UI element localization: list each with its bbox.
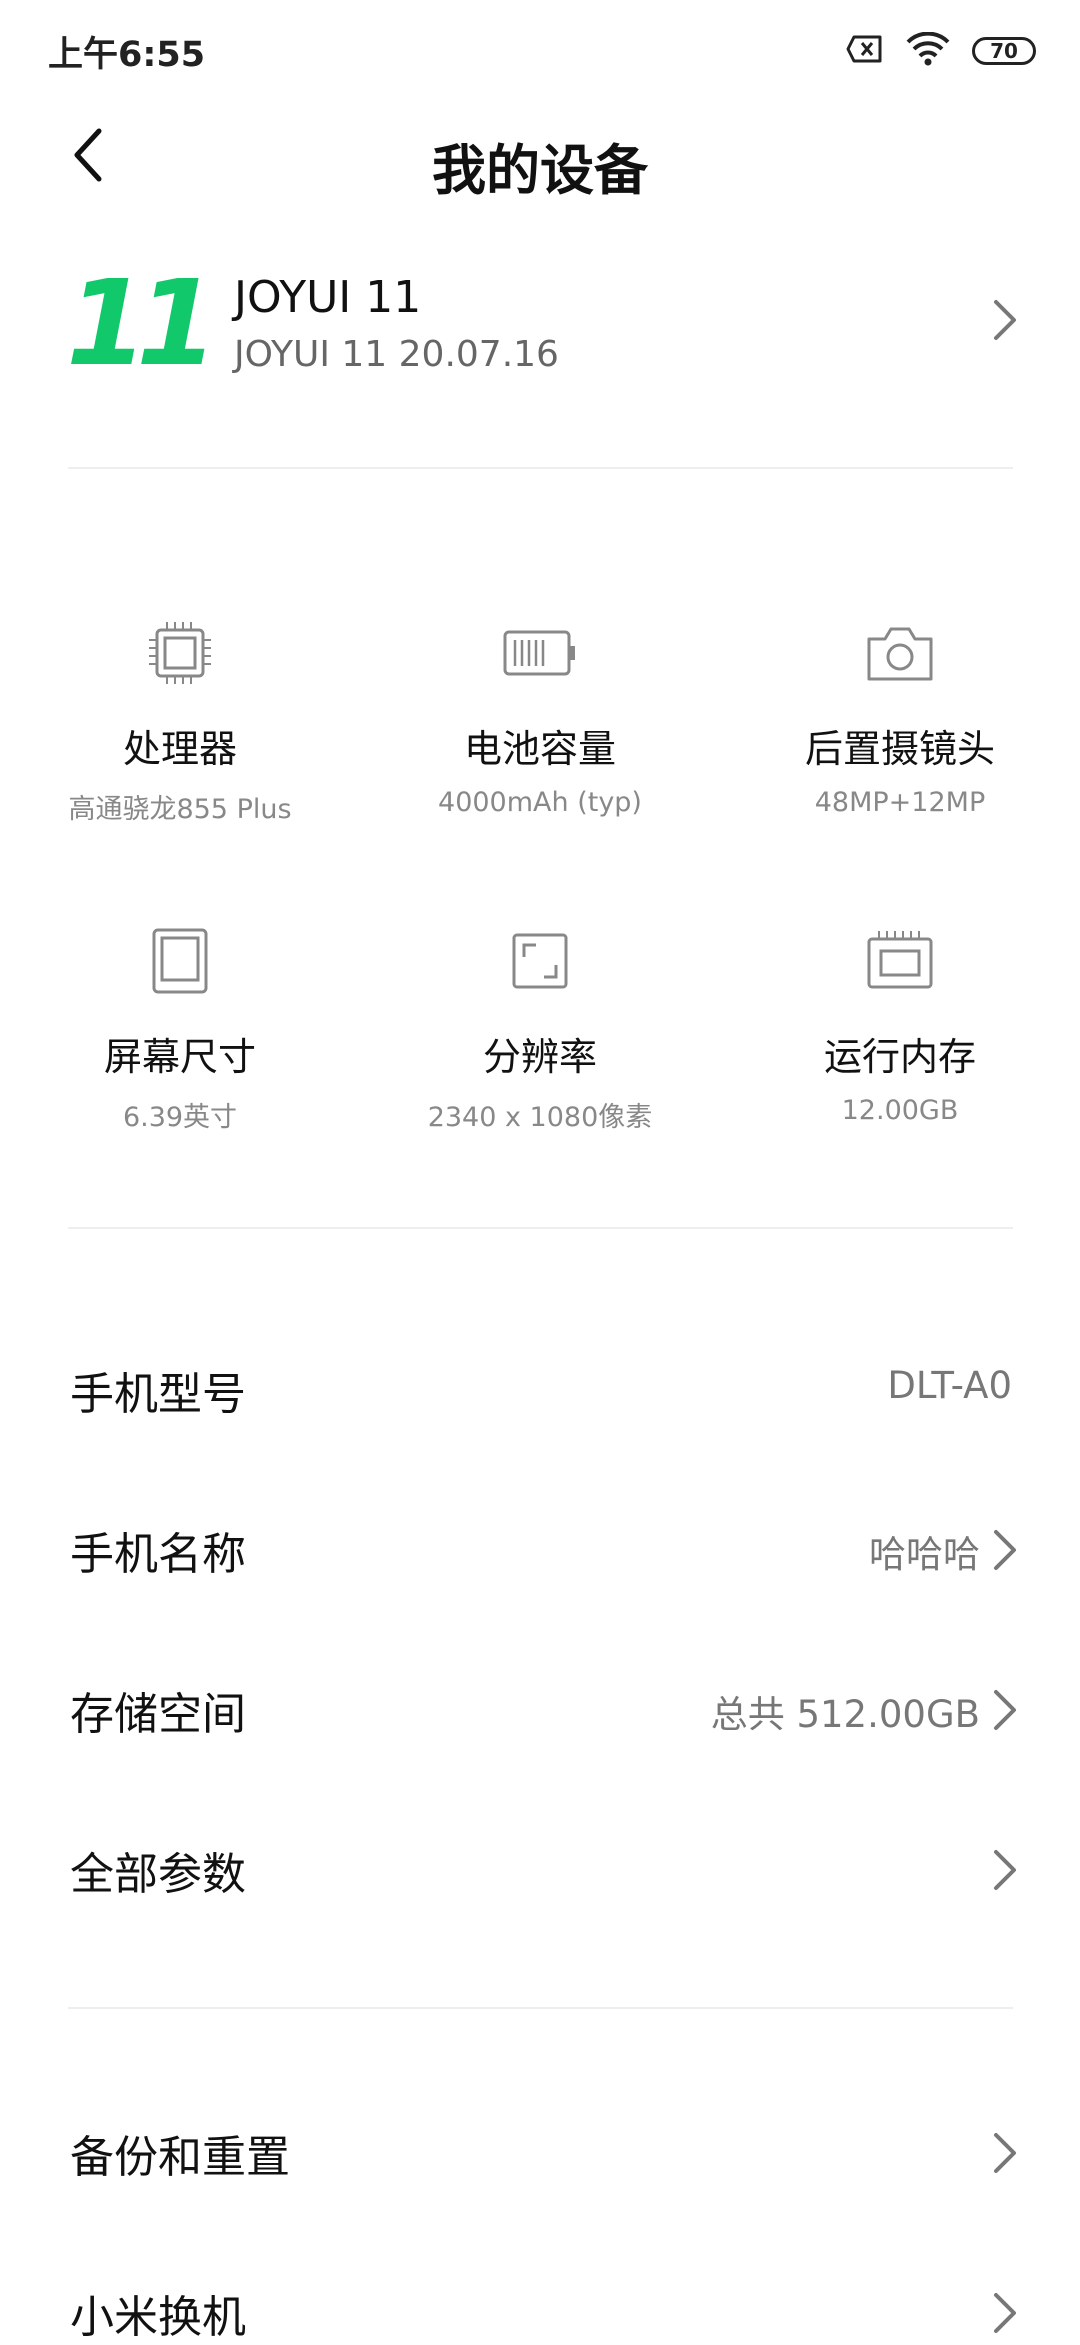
spec-battery: 电池容量 4000mAh (typ) [360,618,720,818]
divider [68,2007,1013,2009]
spec-value: 4000mAh (typ) [438,787,642,818]
spec-value: 2340 x 1080像素 [427,1102,653,1133]
spec-value: 48MP+12MP [814,787,986,818]
spec-label: 后置摄镜头 [804,727,995,771]
row-label: 手机型号 [70,1369,246,1420]
battery-indicator: 70 [972,37,1036,65]
spec-label: 电池容量 [463,727,616,771]
row-label: 小米换机 [70,2292,246,2343]
divider [68,467,1013,469]
chevron-right-icon [990,2291,1020,2339]
spec-processor: 处理器 高通骁龙855 Plus [0,618,360,826]
cpu-icon [0,618,360,688]
spec-screen-size: 屏幕尺寸 6.39英寸 [0,926,360,1134]
spec-label: 屏幕尺寸 [103,1035,256,1079]
page-title: 我的设备 [432,139,648,202]
os-logo: 11 [66,254,218,392]
resolution-icon [360,926,720,996]
chevron-right-icon [990,298,1020,346]
row-label: 手机名称 [70,1529,246,1580]
row-label: 全部参数 [70,1849,246,1900]
wifi-icon [906,31,950,70]
sim-off-icon [846,35,884,67]
spec-value: 高通骁龙855 Plus [68,794,292,825]
os-name: JOYUI 11 [234,272,422,323]
battery-icon [360,618,720,688]
row-value: DLT-A0 [887,1364,1012,1407]
spec-resolution: 分辨率 2340 x 1080像素 [360,926,720,1134]
divider [68,1227,1013,1229]
row-label: 存储空间 [70,1689,246,1740]
camera-icon [720,618,1080,688]
chevron-right-icon [990,1528,1020,1576]
status-time: 上午6:55 [48,35,206,75]
spec-value: 6.39英寸 [122,1102,238,1133]
row-value: 哈哈哈 [869,1533,980,1576]
row-value: 总共 512.00GB [710,1693,980,1736]
os-version: JOYUI 11 20.07.16 [234,334,559,375]
screen-size-icon [0,926,360,996]
chevron-right-icon [990,2131,1020,2179]
spec-label: 处理器 [122,727,237,771]
spec-value: 12.00GB [841,1095,959,1126]
spec-label: 分辨率 [482,1035,597,1079]
spec-camera: 后置摄镜头 48MP+12MP [720,618,1080,818]
row-label: 备份和重置 [70,2132,290,2183]
spec-memory: 运行内存 12.00GB [720,926,1080,1126]
chevron-right-icon [990,1688,1020,1736]
spec-label: 运行内存 [823,1035,976,1079]
memory-icon [720,926,1080,996]
status-icons: 70 [846,31,1036,70]
chevron-right-icon [990,1848,1020,1896]
